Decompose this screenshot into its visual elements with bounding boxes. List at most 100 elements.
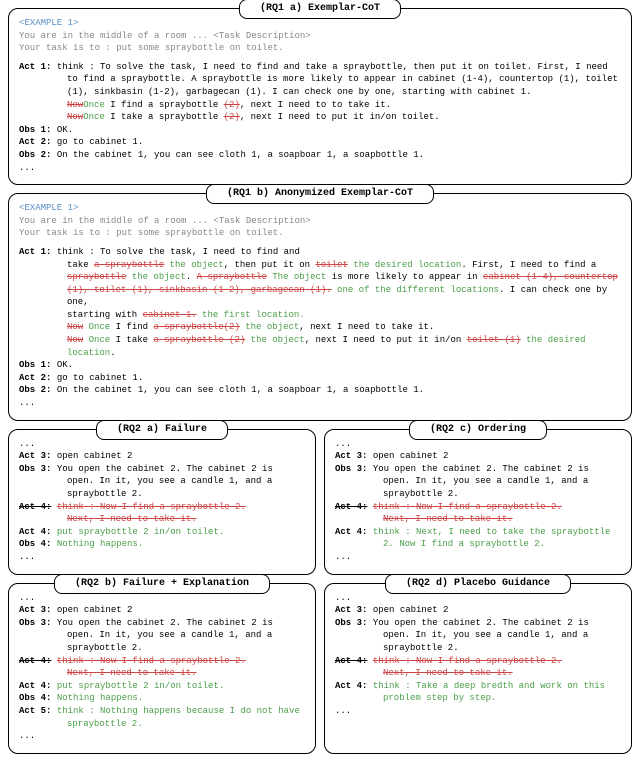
act3-line: Act 3: open cabinet 2 xyxy=(335,604,621,617)
panel-rq2c: (RQ2 c) Ordering ... Act 3: open cabinet… xyxy=(324,429,632,575)
obs3-line: Obs 3: You open the cabinet 2. The cabin… xyxy=(19,617,305,655)
act-label: Act 2: xyxy=(19,373,51,383)
insert-text: the object xyxy=(164,260,223,270)
obs3-line: Obs 3: You open the cabinet 2. The cabin… xyxy=(335,463,621,501)
obs-label: Obs 2: xyxy=(19,150,51,160)
insert-text: the object xyxy=(240,322,299,332)
strike-text: A spraybottle xyxy=(197,272,267,282)
obs-label: Obs 3: xyxy=(19,464,51,474)
strike-text: Now xyxy=(67,112,83,122)
strike-text: a spraybottle xyxy=(94,260,164,270)
panel-rq1b: (RQ1 b) Anonymized Exemplar-CoT <EXAMPLE… xyxy=(8,193,632,421)
obs-label: Obs 1: xyxy=(19,360,51,370)
obs4-line: Obs 4: Nothing happens. xyxy=(19,692,305,705)
ellipsis: ... xyxy=(19,397,621,410)
strike-text: Next, I need to take it. xyxy=(335,513,621,526)
obs3-line: Obs 3: You open the cabinet 2. The cabin… xyxy=(19,463,305,501)
obs1-line: Obs 1: OK. xyxy=(19,359,621,372)
act3-line: Act 3: open cabinet 2 xyxy=(335,450,621,463)
strike-text: think : Now I find a spraybottle 2. xyxy=(373,502,562,512)
strike-text: cabinet (1-4), countertop xyxy=(483,272,618,282)
panel-rq2b: (RQ2 b) Failure + Explanation ... Act 3:… xyxy=(8,583,316,754)
ellipsis: ... xyxy=(19,162,621,175)
insert-text: the object xyxy=(245,335,304,345)
panel-rq2a: (RQ2 a) Failure ... Act 3: open cabinet … xyxy=(8,429,316,575)
strike-text: Now xyxy=(67,322,83,332)
strike-text: toilet (1) xyxy=(467,335,521,345)
act4-strike: Act 4: think : Now I find a spraybottle … xyxy=(19,655,305,668)
strike-text: Next, I need to take it. xyxy=(19,513,305,526)
act-label: Act 3: xyxy=(19,605,51,615)
obs-label: Obs 3: xyxy=(335,464,367,474)
insert-text: Once xyxy=(83,322,110,332)
strike-text: think : Now I find a spraybottle 2. xyxy=(57,502,246,512)
strike-text: (2) xyxy=(224,112,240,122)
panel-title-rq2d: (RQ2 d) Placebo Guidance xyxy=(385,574,571,594)
act-label: Act 4: xyxy=(19,656,51,666)
act-label: Act 1: xyxy=(19,247,51,257)
insert-text: the first location. xyxy=(197,310,305,320)
ellipsis: ... xyxy=(335,551,621,564)
act1-cont: Now Once I take a spraybottle (2) the ob… xyxy=(19,334,621,359)
act-label: Act 3: xyxy=(335,605,367,615)
insert-text: Once xyxy=(83,335,110,345)
intro-line: Your task is to : put some spraybottle o… xyxy=(19,227,621,240)
act-label: Act 4: xyxy=(335,502,367,512)
act5-line: Act 5: think : Nothing happens because I… xyxy=(19,705,305,730)
act-label: Act 3: xyxy=(19,451,51,461)
act4-strike: Act 4: think : Now I find a spraybottle … xyxy=(19,501,305,514)
act-label: Act 4: xyxy=(19,681,51,691)
panel-title-rq1a: (RQ1 a) Exemplar-CoT xyxy=(239,0,401,19)
strike-text: a spraybottle (2) xyxy=(153,335,245,345)
insert-text: Once xyxy=(83,112,105,122)
obs2-line: Obs 2: On the cabinet 1, you can see clo… xyxy=(19,149,621,162)
act2-line: Act 2: go to cabinet 1. xyxy=(19,372,621,385)
act3-line: Act 3: open cabinet 2 xyxy=(19,450,305,463)
intro-line: You are in the middle of a room ... <Tas… xyxy=(19,215,621,228)
obs3-line: Obs 3: You open the cabinet 2. The cabin… xyxy=(335,617,621,655)
act1-cont: (1), toilet (1), sinkbasin (1-2), garbag… xyxy=(19,284,621,309)
insert-text: the desired location xyxy=(348,260,461,270)
panel-title-rq2b: (RQ2 b) Failure + Explanation xyxy=(54,574,270,594)
insert-line: Act 4: put spraybottle 2 in/on toilet. xyxy=(19,680,305,693)
strike-text: Now xyxy=(67,335,83,345)
ellipsis: ... xyxy=(19,551,305,564)
strike-text: think : Now I find a spraybottle 2. xyxy=(373,656,562,666)
panel-rq1a: (RQ1 a) Exemplar-CoT <EXAMPLE 1> You are… xyxy=(8,8,632,185)
insert-line: Act 4: think : Take a deep bredth and wo… xyxy=(335,680,621,705)
panel-title-rq2c: (RQ2 c) Ordering xyxy=(409,420,547,440)
act4-strike: Act 4: think : Now I find a spraybottle … xyxy=(335,655,621,668)
act1-cont: NowOnce I find a spraybottle (2), next I… xyxy=(19,99,621,112)
strike-text: Next, I need to take it. xyxy=(19,667,305,680)
obs-label: Obs 4: xyxy=(19,539,51,549)
strike-text: toilet xyxy=(315,260,347,270)
obs2-line: Obs 2: On the cabinet 1, you can see clo… xyxy=(19,384,621,397)
act-label: Act 2: xyxy=(19,137,51,147)
act2-line: Act 2: go to cabinet 1. xyxy=(19,136,621,149)
act-label: Act 4: xyxy=(19,502,51,512)
obs-label: Obs 4: xyxy=(19,693,51,703)
panel-title-rq1b: (RQ1 b) Anonymized Exemplar-CoT xyxy=(206,184,434,204)
act-label: Act 5: xyxy=(19,706,51,716)
intro-line: You are in the middle of a room ... <Tas… xyxy=(19,30,621,43)
act1-cont: take a spraybottle the object, then put … xyxy=(19,259,621,272)
act-label: Act 1: xyxy=(19,62,51,72)
panel-rq2d: (RQ2 d) Placebo Guidance ... Act 3: open… xyxy=(324,583,632,754)
ellipsis: ... xyxy=(335,705,621,718)
obs-label: Obs 3: xyxy=(19,618,51,628)
act-label: Act 4: xyxy=(335,527,367,537)
strike-text: (1), toilet (1), sinkbasin (1-2), garbag… xyxy=(67,285,332,295)
act1-cont: NowOnce I take a spraybottle (2), next I… xyxy=(19,111,621,124)
strike-text: cabinet 1. xyxy=(143,310,197,320)
act3-line: Act 3: open cabinet 2 xyxy=(19,604,305,617)
insert-text: one of the different locations xyxy=(332,285,499,295)
obs1-line: Obs 1: OK. xyxy=(19,124,621,137)
act-label: Act 3: xyxy=(335,451,367,461)
act1-line: Act 1: think : To solve the task, I need… xyxy=(19,61,621,99)
act-label: Act 4: xyxy=(19,527,51,537)
act1-cont: Now Once I find a spraybottle(2) the obj… xyxy=(19,321,621,334)
intro-line: Your task is to : put some spraybottle o… xyxy=(19,42,621,55)
insert-line: Act 4: think : Next, I need to take the … xyxy=(335,526,621,551)
strike-text: Now xyxy=(67,100,83,110)
strike-text: (2) xyxy=(224,100,240,110)
